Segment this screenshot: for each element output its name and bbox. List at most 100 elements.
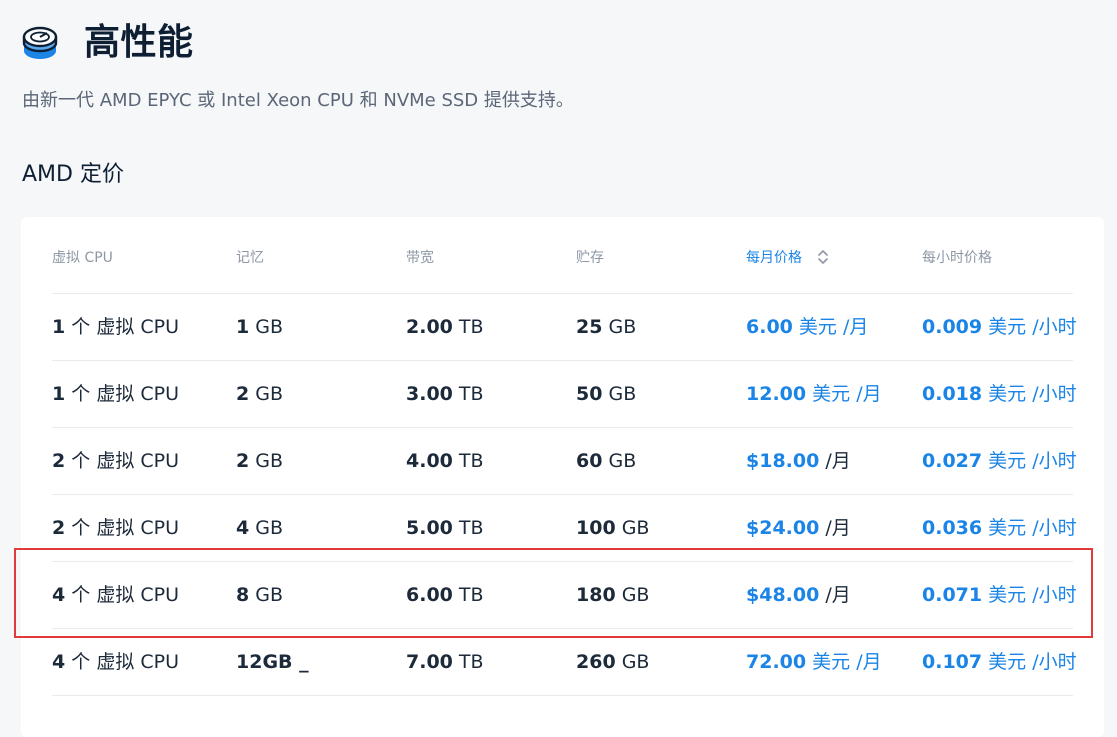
column-header-bandwidth[interactable]: 带宽 — [406, 248, 434, 268]
cell-monthly-price-value: 6.00 — [746, 316, 793, 338]
cell-bandwidth: 7.00 TB — [406, 649, 484, 675]
cell-memory-value: 1 — [236, 316, 250, 338]
cell-hourly-price: 0.107 美元 /小时 — [922, 649, 1077, 675]
cell-storage-value: 25 — [576, 316, 603, 338]
column-header-vcpu[interactable]: 虚拟 CPU — [52, 248, 113, 268]
cell-storage-value: 180 — [576, 584, 616, 606]
cell-vcpu: 1 个 虚拟 CPU — [52, 314, 179, 340]
column-header-monthly-price[interactable]: 每月价格 — [746, 248, 830, 268]
cell-bandwidth: 5.00 TB — [406, 515, 484, 541]
cell-memory-unit: GB — [249, 584, 284, 606]
table-body: 1 个 虚拟 CPU 1 GB 2.00 TB 25 GB 6.00 美元 /月 0.00… — [52, 294, 1077, 696]
cell-storage-unit: GB — [602, 450, 637, 472]
cell-hourly-price-unit: 美元 /小时 — [982, 316, 1077, 338]
cell-vcpu-unit: 个 虚拟 CPU — [65, 584, 179, 606]
cell-hourly-price-unit: 美元 /小时 — [982, 383, 1077, 405]
cell-vcpu-value: 4 — [52, 584, 66, 606]
sort-icon[interactable] — [816, 249, 830, 265]
cell-bandwidth-value: 6.00 — [406, 584, 453, 606]
cell-hourly-price-value: 0.071 — [922, 584, 983, 606]
cell-storage-unit: GB — [615, 584, 650, 606]
section-title: AMD 定价 — [22, 162, 124, 187]
cell-monthly-price-value: $48.00 — [746, 584, 820, 606]
cell-vcpu: 4 个 虚拟 CPU — [52, 649, 179, 675]
cell-storage-unit: GB — [615, 517, 650, 539]
cell-storage: 100 GB — [576, 515, 649, 541]
cell-bandwidth-unit: TB — [452, 316, 484, 338]
cell-bandwidth-unit: TB — [452, 584, 484, 606]
cell-storage-unit: GB — [602, 316, 637, 338]
cell-storage-value: 50 — [576, 383, 603, 405]
column-header-storage[interactable]: 贮存 — [576, 248, 604, 268]
cell-vcpu-value: 2 — [52, 517, 66, 539]
table-row: 1 个 虚拟 CPU 2 GB 3.00 TB 50 GB 12.00 美元 /月 0.0… — [52, 361, 1077, 428]
table-row: 1 个 虚拟 CPU 1 GB 2.00 TB 25 GB 6.00 美元 /月 0.00… — [52, 294, 1077, 361]
cell-monthly-price-value: 12.00 — [746, 383, 807, 405]
cell-bandwidth-value: 2.00 — [406, 316, 453, 338]
cell-bandwidth: 4.00 TB — [406, 448, 484, 474]
cell-memory-unit: GB — [249, 517, 284, 539]
cell-monthly-price-value: 72.00 — [746, 651, 807, 673]
cell-hourly-price-unit: 美元 /小时 — [982, 517, 1077, 539]
cell-hourly-price-value: 0.036 — [922, 517, 983, 539]
cell-memory-value: 8 — [236, 584, 250, 606]
cell-storage-unit: GB — [602, 383, 637, 405]
cell-monthly-price-unit: 美元 /月 — [806, 383, 882, 405]
cell-monthly-price: $24.00 /月 — [746, 515, 851, 541]
cell-vcpu-unit: 个 虚拟 CPU — [65, 316, 179, 338]
cell-hourly-price: 0.071 美元 /小时 — [922, 582, 1077, 608]
cell-hourly-price-value: 0.027 — [922, 450, 983, 472]
cell-storage: 50 GB — [576, 381, 636, 407]
cell-vcpu: 4 个 虚拟 CPU — [52, 582, 179, 608]
cell-bandwidth-unit: TB — [452, 383, 484, 405]
cell-monthly-price: 12.00 美元 /月 — [746, 381, 882, 407]
cell-memory-value: 4 — [236, 517, 250, 539]
table-row: 2 个 虚拟 CPU 4 GB 5.00 TB 100 GB $24.00 /月 0.03… — [52, 495, 1077, 562]
cell-monthly-price-unit: /月 — [819, 450, 851, 472]
cell-vcpu-unit: 个 虚拟 CPU — [65, 651, 179, 673]
cell-hourly-price: 0.027 美元 /小时 — [922, 448, 1077, 474]
cell-vcpu-unit: 个 虚拟 CPU — [65, 450, 179, 472]
cell-hourly-price-unit: 美元 /小时 — [982, 584, 1077, 606]
cell-memory-unit: GB — [249, 383, 284, 405]
cell-bandwidth: 3.00 TB — [406, 381, 484, 407]
table-row: 4 个 虚拟 CPU 12GB _ 7.00 TB 260 GB 72.00 美元 /月… — [52, 629, 1077, 696]
cell-vcpu-value: 1 — [52, 316, 66, 338]
cell-storage: 260 GB — [576, 649, 649, 675]
pricing-table: 虚拟 CPU 记忆 带宽 贮存 每月价格 每小时价格 1 个 虚拟 CPU 1 G… — [52, 217, 1077, 696]
cell-bandwidth-value: 7.00 — [406, 651, 453, 673]
cell-bandwidth-unit: TB — [452, 450, 484, 472]
cell-storage: 180 GB — [576, 582, 649, 608]
cell-hourly-price-value: 0.107 — [922, 651, 983, 673]
column-header-hourly-price[interactable]: 每小时价格 — [922, 248, 992, 268]
cell-memory: 4 GB — [236, 515, 283, 541]
cell-vcpu-value: 4 — [52, 651, 66, 673]
cell-monthly-price-unit: 美元 /月 — [792, 316, 869, 338]
cell-memory: 1 GB — [236, 314, 283, 340]
cell-monthly-price-unit: /月 — [819, 584, 851, 606]
cell-vcpu-unit: 个 虚拟 CPU — [65, 517, 179, 539]
cell-hourly-price: 0.018 美元 /小时 — [922, 381, 1077, 407]
cell-monthly-price: $18.00 /月 — [746, 448, 851, 474]
cell-storage-value: 260 — [576, 651, 616, 673]
cell-bandwidth-value: 5.00 — [406, 517, 453, 539]
cell-vcpu-unit: 个 虚拟 CPU — [65, 383, 179, 405]
cell-monthly-price-unit: /月 — [819, 517, 851, 539]
cell-storage: 25 GB — [576, 314, 636, 340]
cell-bandwidth-value: 4.00 — [406, 450, 453, 472]
cell-memory: 8 GB — [236, 582, 283, 608]
cell-vcpu-value: 1 — [52, 383, 66, 405]
cell-bandwidth-value: 3.00 — [406, 383, 453, 405]
cell-vcpu-value: 2 — [52, 450, 66, 472]
cell-storage-value: 100 — [576, 517, 616, 539]
cell-memory-unit: GB — [249, 316, 284, 338]
table-row: 4 个 虚拟 CPU 8 GB 6.00 TB 180 GB $48.00 /月 0.07… — [52, 562, 1077, 629]
cell-monthly-price: 72.00 美元 /月 — [746, 649, 882, 675]
column-header-memory[interactable]: 记忆 — [236, 248, 264, 268]
cell-hourly-price-unit: 美元 /小时 — [982, 450, 1077, 472]
cell-vcpu: 2 个 虚拟 CPU — [52, 448, 179, 474]
cell-memory-value: 2 — [236, 450, 250, 472]
cell-storage-unit: GB — [615, 651, 650, 673]
page-subtitle: 由新一代 AMD EPYC 或 Intel Xeon CPU 和 NVMe SS… — [22, 90, 574, 111]
table-header: 虚拟 CPU 记忆 带宽 贮存 每月价格 每小时价格 — [52, 217, 1073, 294]
